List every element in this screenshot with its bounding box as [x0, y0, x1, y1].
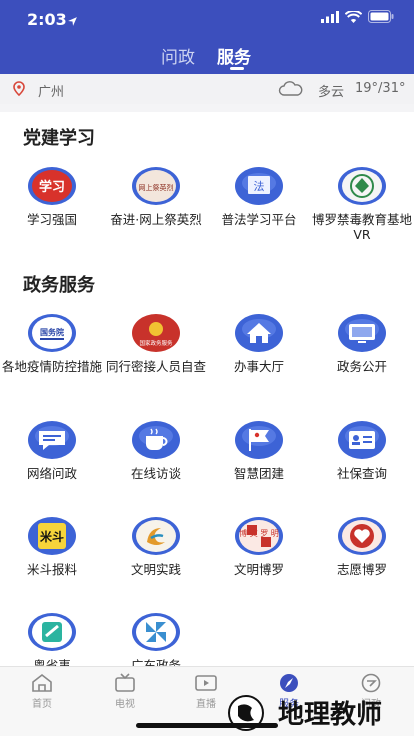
service-item-label: 网络问政: [26, 466, 77, 481]
svg-text:博 文 罗 明: 博 文 罗 明: [239, 528, 279, 538]
service-item-label: 在线访谈: [130, 466, 181, 481]
service-item-label: 志愿博罗: [336, 562, 387, 577]
watermark-text: 地理教师: [278, 700, 383, 730]
volunteer-heart-icon: [337, 516, 387, 556]
flag-icon: [234, 420, 284, 460]
tv-icon: [114, 673, 136, 693]
active-tab-indicator: [230, 67, 244, 70]
home-icon: [31, 673, 53, 693]
midou-icon: 米斗: [27, 516, 77, 556]
app-header: 2:03 问政 服务: [0, 0, 414, 74]
yueshengshi-icon: [27, 612, 77, 652]
section-title-party-study: 党建学习: [23, 128, 95, 149]
status-time: 2:03: [27, 10, 67, 29]
svg-text:米斗: 米斗: [40, 529, 64, 544]
section-title-gov-services: 政务服务: [23, 275, 95, 296]
service-item-label: 奋进·网上祭英烈: [110, 212, 202, 227]
service-item-label: 政务公开: [336, 359, 387, 374]
civilization-swirl-icon: [131, 516, 181, 556]
section-divider: [0, 104, 414, 112]
top-tabs: 问政 服务: [0, 43, 414, 71]
live-video-icon: [195, 673, 217, 693]
home-indicator[interactable]: [136, 723, 278, 728]
svg-text:国家政务服务: 国家政务服务: [139, 339, 173, 347]
xuexi-qiangguo-icon: 学习: [27, 166, 77, 206]
civilization-boluo-icon: 博 文 罗 明: [234, 516, 284, 556]
temperature: 19°/31°: [355, 81, 406, 96]
service-item-label: 博罗禁毒教育基地VR: [311, 212, 412, 242]
id-card-icon: [337, 420, 387, 460]
watermark: 地理教师: [222, 690, 412, 736]
monitor-icon: [337, 313, 387, 353]
coffee-cup-icon: [131, 420, 181, 460]
service-item-label: 米斗报料: [26, 562, 77, 577]
svg-text:法: 法: [254, 179, 265, 193]
service-item-label: 学习强国: [26, 212, 77, 227]
pinwheel-icon: [131, 612, 181, 652]
tab-fuwu[interactable]: 服务: [217, 43, 251, 68]
watermark-logo-icon: [224, 692, 268, 736]
state-council-icon: 国务院: [27, 313, 77, 353]
service-item-label: 办事大厅: [233, 359, 284, 374]
nav-label: 电视: [115, 699, 135, 710]
anti-drug-emblem-icon: [337, 166, 387, 206]
nav-home[interactable]: 首页: [12, 673, 72, 710]
cloud-icon: [278, 81, 304, 101]
weather-condition: 多云: [318, 85, 345, 100]
city-name: 广州: [38, 85, 65, 100]
service-item-label: 普法学习平台: [221, 212, 297, 227]
service-item-label: 社保查询: [336, 466, 387, 481]
service-item-label: 文明博罗: [233, 562, 284, 577]
location-arrow-icon: [67, 14, 78, 32]
law-book-icon: 法: [234, 166, 284, 206]
service-item-label: 智慧团建: [233, 466, 284, 481]
chat-bubble-icon: [27, 420, 77, 460]
battery-icon: [368, 10, 394, 28]
national-emblem-icon: 国家政务服务: [131, 313, 181, 353]
house-icon: [234, 313, 284, 353]
svg-text:网上祭英烈: 网上祭英烈: [139, 183, 174, 192]
wifi-icon: [344, 9, 363, 28]
service-item-label: 文明实践: [130, 562, 181, 577]
nav-label: 首页: [32, 699, 52, 710]
status-bar: 2:03: [0, 0, 414, 38]
memorial-icon: 网上祭英烈: [131, 166, 181, 206]
svg-text:学习: 学习: [39, 179, 65, 195]
cellular-signal-icon: [321, 10, 339, 28]
service-item-label: 各地疫情防控措施: [1, 359, 102, 374]
svg-text:国务院: 国务院: [40, 327, 64, 337]
nav-tv[interactable]: 电视: [95, 673, 155, 710]
tab-wenzheng[interactable]: 问政: [161, 43, 195, 68]
location-pin-icon: [12, 81, 26, 101]
service-item-label: 同行密接人员自查: [105, 359, 206, 374]
location-weather-bar[interactable]: 广州 多云 19°/31°: [0, 74, 414, 104]
